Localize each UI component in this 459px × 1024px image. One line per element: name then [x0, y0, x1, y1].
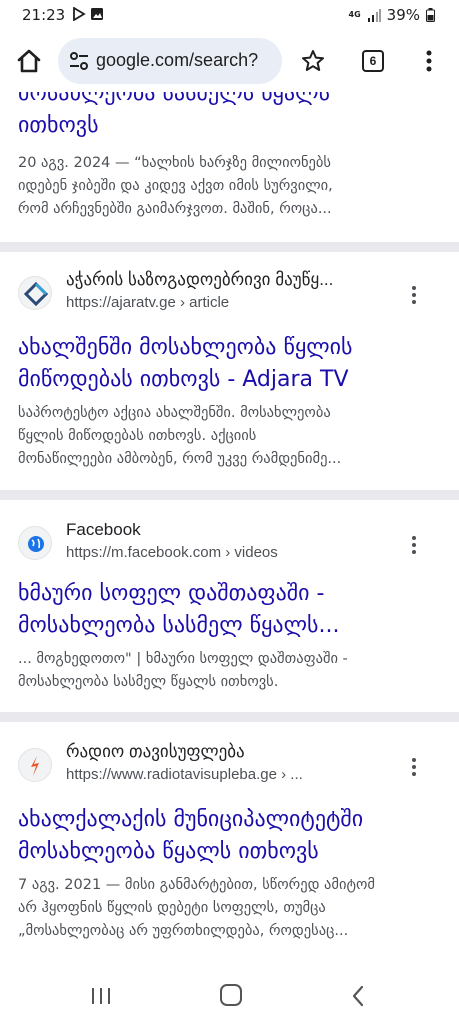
search-result: რადიო თავისუფლება https://www.radiotavis…: [0, 740, 459, 964]
site-name: Facebook: [66, 520, 141, 539]
search-result: მოსახლეობა სასმელს წყალს ითხოვს 20 აგვ. …: [0, 92, 459, 244]
battery-percent: 39%: [386, 6, 420, 24]
result-snippet: საპროტესტო აქცია ახალშენში. მოსახლეობა წ…: [18, 402, 438, 471]
result-options-icon[interactable]: [406, 284, 422, 306]
result-divider: [0, 712, 459, 722]
status-time: 21:23: [22, 6, 66, 24]
site-name: აჭარის საზოგადოებრივი მაუწყ...: [66, 270, 334, 289]
recent-apps-icon[interactable]: [90, 986, 112, 1006]
result-title-line[interactable]: ახალქალაქის მუნიციპალიტეტში: [18, 804, 428, 836]
site-settings-icon[interactable]: [68, 50, 90, 72]
result-title-line[interactable]: ითხოვს: [18, 110, 428, 142]
site-url: https://www.radiotavisupleba.ge › ...: [66, 766, 303, 783]
url-text[interactable]: google.com/search?: [96, 50, 258, 71]
status-right: 4G 39%: [349, 6, 435, 24]
result-snippet: ... მოგხედოთო" | ხმაური სოფელ დაშთაფაში …: [18, 648, 438, 694]
result-title-line[interactable]: მიწოდებას ითხოვს - Adjara TV: [18, 364, 428, 396]
result-title-link[interactable]: ახალქალაქის მუნიციპალიტეტში მოსახლეობა წ…: [18, 804, 428, 868]
result-snippet: 7 აგვ. 2021 — მისი განმარტებით, სწორედ ა…: [18, 874, 438, 943]
search-result: Facebook https://m.facebook.com › videos…: [0, 518, 459, 708]
bookmark-star-icon[interactable]: [300, 48, 326, 74]
result-options-icon[interactable]: [406, 534, 422, 556]
result-title-line[interactable]: მოსახლეობა სასმელ წყალს...: [18, 610, 428, 642]
search-result: აჭარის საზოგადოებრივი მაუწყ... https://a…: [0, 268, 459, 478]
snippet-line: არ ჰყოფნის წყლის დებეტი სოფელს, თუმცა: [18, 900, 326, 916]
result-divider: [0, 242, 459, 252]
site-url: https://ajaratv.ge › article: [66, 294, 230, 311]
result-options-icon[interactable]: [406, 756, 422, 778]
result-title-link[interactable]: ახალშენში მოსახლეობა წყლის მიწოდებას ითხ…: [18, 332, 428, 396]
result-snippet: 20 აგვ. 2024 — “ხალხის ხარჯზე მილიონებს …: [18, 152, 438, 221]
snippet-line: „მოსახლეობაც არ უფრთხილდება, როდესაც...: [18, 923, 349, 939]
system-nav-bar: [0, 964, 459, 1024]
snippet-line: მონაწილეები ამბობენ, რომ უკვე რამდენიმე.…: [18, 451, 342, 467]
snippet-line: 20 აგვ. 2024 — “ხალხის ხარჯზე მილიონებს: [18, 155, 332, 171]
signal-icon: [367, 8, 381, 22]
result-title-line[interactable]: მოსახლეობა წყალს ითხოვს: [18, 836, 428, 868]
network-type: 4G: [348, 10, 361, 19]
snippet-line: წყლის მიწოდებას ითხოვს. აქციის: [18, 428, 257, 444]
snippet-line: საპროტესტო აქცია ახალშენში. მოსახლეობა: [18, 405, 331, 421]
result-source[interactable]: რადიო თავისუფლება https://www.radiotavis…: [18, 740, 443, 790]
site-name: რადიო თავისუფლება: [66, 742, 245, 761]
result-source[interactable]: Facebook https://m.facebook.com › videos: [18, 518, 443, 568]
battery-icon: [426, 8, 435, 22]
globe-icon: [18, 526, 52, 560]
site-url: https://m.facebook.com › videos: [66, 544, 278, 561]
gallery-icon: [91, 8, 103, 20]
snippet-line: იდებენ ჯიბეში და კიდევ აქვთ იმის სურვილი…: [18, 178, 333, 194]
ajara-tv-diamond-icon: [18, 276, 52, 310]
browser-toolbar: google.com/search? 6: [0, 30, 459, 92]
more-options-icon[interactable]: [421, 48, 437, 74]
notification-icons: [72, 7, 104, 21]
result-divider: [0, 490, 459, 500]
home-nav-icon[interactable]: [220, 984, 242, 1006]
radio-liberty-flame-icon: [18, 748, 52, 782]
home-icon[interactable]: [14, 46, 44, 76]
play-store-icon: [73, 7, 86, 21]
result-title-link[interactable]: ხმაური სოფელ დაშთაფაში - მოსახლეობა სასმ…: [18, 578, 428, 642]
snippet-line: რომ არჩევნებში გაიმარჯვოთ. მაშინ, როცა..…: [18, 201, 332, 217]
back-icon[interactable]: [350, 984, 366, 1008]
snippet-line: ... მოგხედოთო" | ხმაური სოფელ დაშთაფაში …: [18, 651, 348, 667]
snippet-line: მოსახლეობა სასმელ წყალს ითხოვს.: [18, 674, 279, 690]
snippet-line: 7 აგვ. 2021 — მისი განმარტებით, სწორედ ა…: [18, 877, 375, 893]
tab-switcher-button[interactable]: 6: [362, 50, 384, 72]
search-results: მოსახლეობა სასმელს წყალს ითხოვს 20 აგვ. …: [0, 92, 459, 964]
result-title-line[interactable]: მოსახლეობა სასმელს წყალს: [18, 92, 428, 110]
status-bar: 21:23 4G 39%: [0, 0, 459, 30]
address-bar[interactable]: google.com/search?: [58, 38, 282, 84]
result-source[interactable]: აჭარის საზოგადოებრივი მაუწყ... https://a…: [18, 268, 443, 318]
result-title-link[interactable]: მოსახლეობა სასმელს წყალს ითხოვს: [18, 92, 428, 142]
result-title-line[interactable]: ხმაური სოფელ დაშთაფაში -: [18, 578, 428, 610]
result-title-line[interactable]: ახალშენში მოსახლეობა წყლის: [18, 332, 428, 364]
